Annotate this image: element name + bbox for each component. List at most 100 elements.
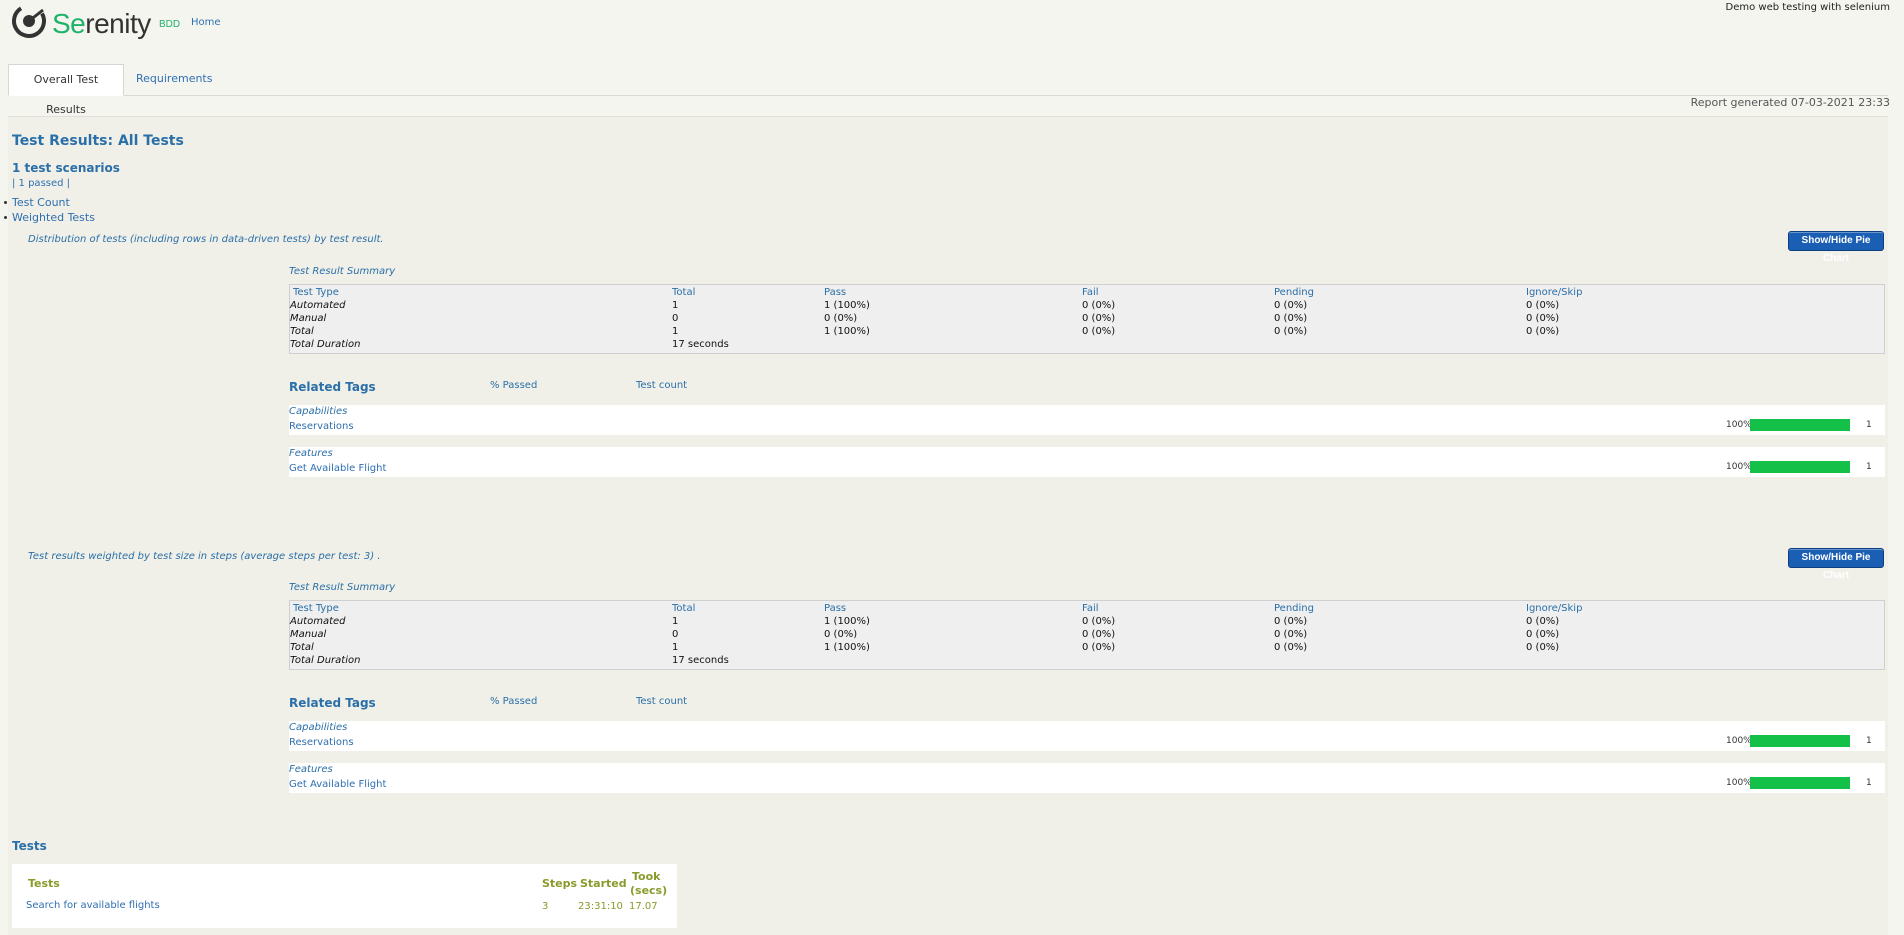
col-took-unit: (secs): [630, 884, 668, 897]
tag-link[interactable]: Get Available Flight: [289, 463, 386, 474]
result-summary-table: Test Type Total Pass Fail Pending Ignore…: [289, 284, 1885, 354]
tag-pass-bar-fill: [1750, 735, 1850, 747]
tag-percent: 100%: [1726, 736, 1752, 746]
tag-category: Features: [289, 448, 333, 459]
row-label: Automated: [290, 616, 346, 627]
tab-requirements[interactable]: Requirements: [126, 64, 222, 96]
tag-count: 1: [1866, 420, 1872, 430]
cell-value: 0 (0%): [824, 313, 858, 324]
tag-pass-bar-fill: [1750, 777, 1850, 789]
cell-value: 0 (0%): [1526, 300, 1560, 311]
tag-pass-bar: [1750, 419, 1850, 431]
summary-title: Test Result Summary: [289, 266, 396, 277]
tab-bar: Overall Test Results Requirements: [8, 64, 1888, 116]
section-description: Distribution of tests (including rows in…: [28, 234, 384, 245]
col-fail: Fail: [1082, 287, 1099, 298]
col-percent-passed: % Passed: [490, 696, 538, 707]
cell-value: 0 (0%): [1274, 300, 1308, 311]
row-label: Manual: [290, 313, 327, 324]
brand-suffix: BDD: [159, 19, 181, 30]
cell-value: 1: [672, 642, 679, 653]
cell-value: 0 (0%): [1274, 313, 1308, 324]
cell-value: 1 (100%): [824, 642, 870, 653]
col-test-type: Test Type: [293, 603, 339, 614]
cell-value: 0 (0%): [1526, 326, 1560, 337]
test-steps: 3: [542, 901, 549, 912]
cell-value: 1: [672, 300, 679, 311]
col-test-type: Test Type: [293, 287, 339, 298]
cell-value: 0 (0%): [824, 629, 858, 640]
row-label: Total: [290, 642, 314, 653]
project-title: Demo web testing with selenium: [1725, 2, 1890, 13]
tag-percent: 100%: [1726, 778, 1752, 788]
tag-pass-bar: [1750, 777, 1850, 789]
weighted-tests-link[interactable]: Weighted Tests: [4, 211, 95, 224]
show-hide-pie-chart-button[interactable]: Show/Hide Pie Chart: [1788, 548, 1884, 581]
tag-category: Features: [289, 764, 333, 775]
page-title: Test Results: All Tests: [12, 133, 184, 149]
serenity-logo-icon: [12, 4, 46, 38]
cell-value: 0: [672, 629, 679, 640]
cell-value: 1: [672, 616, 679, 627]
tag-category: Capabilities: [289, 722, 348, 733]
tag-pass-bar-fill: [1750, 419, 1850, 431]
tag-count: 1: [1866, 778, 1872, 788]
bullet: [4, 216, 7, 219]
col-fail: Fail: [1082, 603, 1099, 614]
cell-value: 0 (0%): [1526, 616, 1560, 627]
passed-count-link[interactable]: | 1 passed |: [12, 178, 70, 189]
duration-value: 17 seconds: [672, 339, 729, 350]
row-label: Total Duration: [290, 655, 361, 666]
tests-title: Tests: [12, 839, 47, 853]
cell-value: 1 (100%): [824, 616, 870, 627]
cell-value: 0 (0%): [1274, 642, 1308, 653]
result-summary-table: Test Type Total Pass Fail Pending Ignore…: [289, 600, 1885, 670]
col-tests: Tests: [28, 877, 60, 890]
col-test-count: Test count: [636, 380, 688, 391]
tag-row: Features Get Available Flight 100% 1: [289, 763, 1885, 793]
cell-value: 1 (100%): [824, 326, 870, 337]
cell-value: 0 (0%): [1526, 313, 1560, 324]
tag-row: Capabilities Reservations 100% 1: [289, 721, 1885, 751]
tag-category: Capabilities: [289, 406, 348, 417]
test-name-link[interactable]: Search for available flights: [26, 900, 160, 911]
col-total: Total: [672, 603, 696, 614]
related-tags-title: Related Tags: [289, 380, 376, 394]
test-took: 17.07: [629, 901, 658, 912]
cell-value: 0 (0%): [1274, 629, 1308, 640]
tag-link[interactable]: Get Available Flight: [289, 779, 386, 790]
test-count-link[interactable]: Test Count: [4, 196, 70, 209]
scenario-count: 1 test scenarios: [12, 161, 120, 175]
col-ignore-skip: Ignore/Skip: [1526, 287, 1583, 298]
tag-row: Capabilities Reservations 100% 1: [289, 405, 1885, 435]
tag-link[interactable]: Reservations: [289, 737, 354, 748]
cell-value: 0 (0%): [1274, 326, 1308, 337]
nav-home-link[interactable]: Home: [191, 17, 221, 28]
tag-pass-bar: [1750, 735, 1850, 747]
tag-pass-bar: [1750, 461, 1850, 473]
tag-count: 1: [1866, 736, 1872, 746]
cell-value: 0 (0%): [1526, 629, 1560, 640]
row-label: Manual: [290, 629, 327, 640]
results-panel: Test Results: All Tests 1 test scenarios…: [4, 116, 1888, 935]
tag-percent: 100%: [1726, 462, 1752, 472]
cell-value: 0: [672, 313, 679, 324]
tag-link[interactable]: Reservations: [289, 421, 354, 432]
tab-overall-test-results[interactable]: Overall Test Results: [8, 64, 124, 116]
col-pass: Pass: [824, 603, 847, 614]
col-test-count: Test count: [636, 696, 688, 707]
col-ignore-skip: Ignore/Skip: [1526, 603, 1583, 614]
duration-value: 17 seconds: [672, 655, 729, 666]
cell-value: 0 (0%): [1526, 642, 1560, 653]
row-label: Automated: [290, 300, 346, 311]
test-started: 23:31:10: [578, 901, 623, 912]
col-total: Total: [672, 287, 696, 298]
tag-row: Features Get Available Flight 100% 1: [289, 447, 1885, 477]
col-took: Took: [632, 870, 661, 883]
cell-value: 0 (0%): [1082, 313, 1116, 324]
show-hide-pie-chart-button[interactable]: Show/Hide Pie Chart: [1788, 231, 1884, 264]
section-description: Test results weighted by test size in st…: [28, 551, 381, 562]
serenity-logo[interactable]: Serenity BDD: [10, 2, 180, 42]
cell-value: 0 (0%): [1082, 642, 1116, 653]
tests-table: Tests Steps Started Took (secs) Search f…: [12, 864, 677, 928]
